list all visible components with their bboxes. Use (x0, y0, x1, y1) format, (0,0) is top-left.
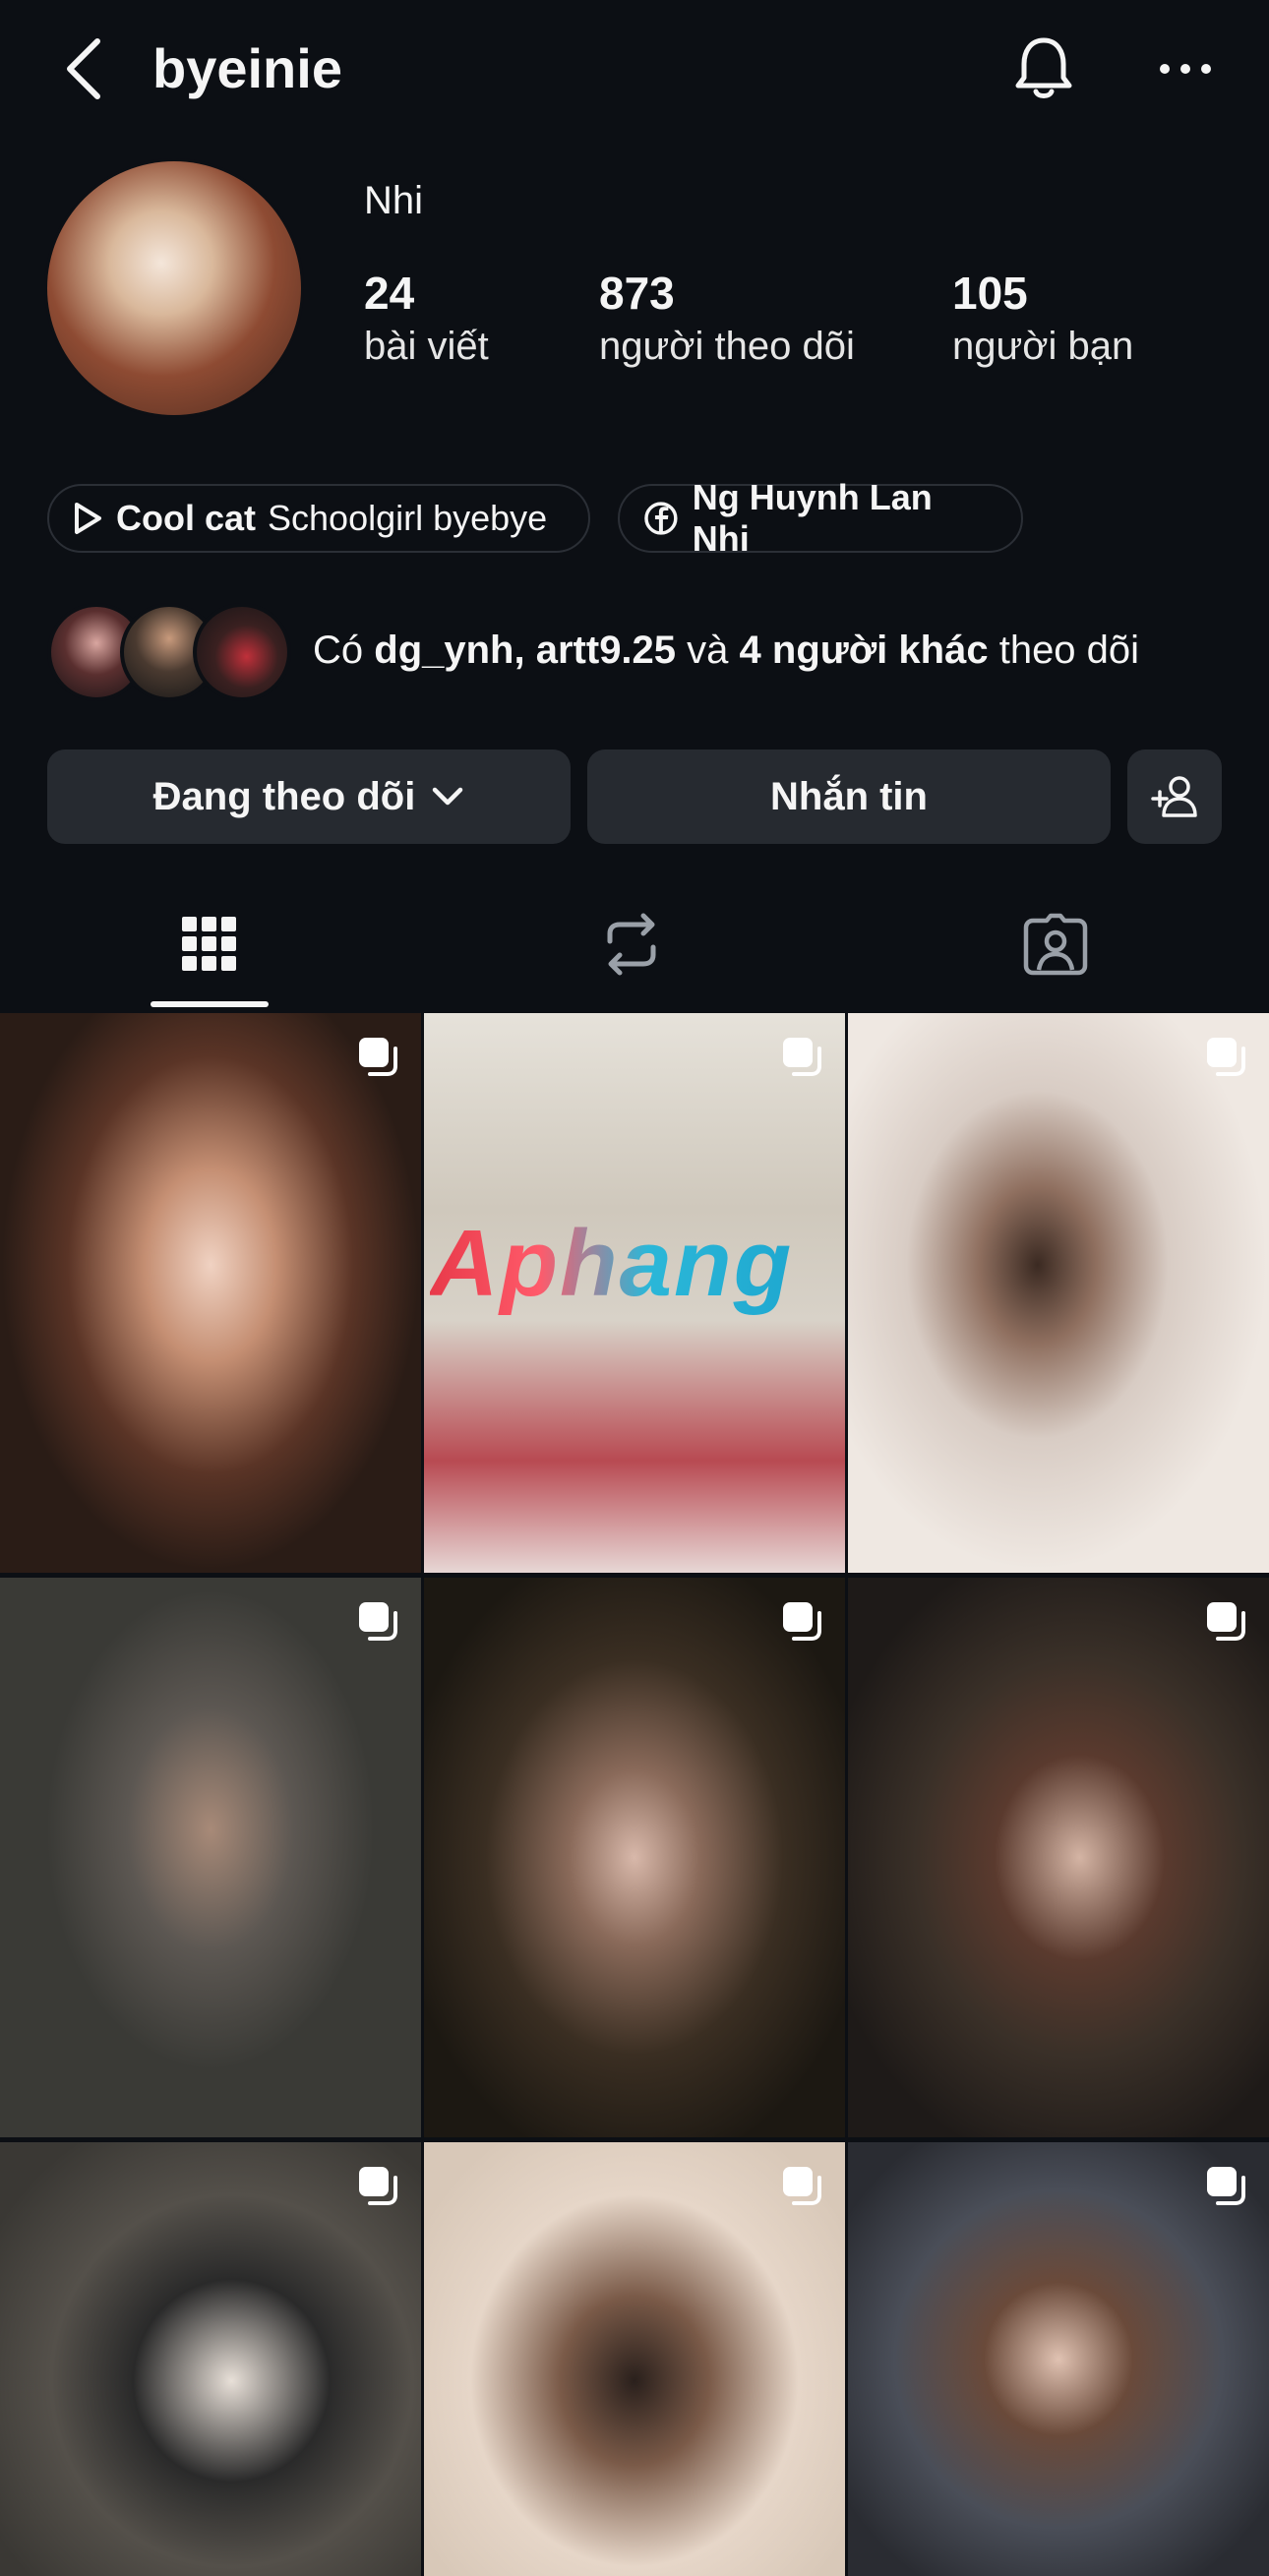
bell-icon (1015, 37, 1072, 98)
posts-grid: Aphang (0, 1013, 1269, 2576)
stat-followers-label: người theo dõi (599, 325, 855, 368)
followed-by-prefix: Có (313, 629, 364, 672)
music-chip-subtitle: Schoolgirl byebye (268, 498, 548, 538)
followed-by-and: và (687, 629, 729, 672)
post-thumbnail-6[interactable] (848, 1578, 1269, 2137)
mutual-followers-avatars[interactable] (47, 603, 291, 701)
followed-by-suffix: theo dõi (998, 629, 1140, 672)
post-thumbnail-2[interactable]: Aphang (424, 1013, 845, 1573)
post-photo (848, 2142, 1269, 2576)
post-thumbnail-1[interactable] (0, 1013, 421, 1573)
grid-icon (182, 917, 236, 971)
post-photo (0, 1578, 421, 2137)
post-thumbnail-8[interactable] (424, 2142, 845, 2576)
post-thumbnail-9[interactable] (848, 2142, 1269, 2576)
mutual-avatar-3 (193, 603, 291, 701)
post-photo (848, 1578, 1269, 2137)
chevron-down-icon (433, 787, 463, 806)
multiple-photos-icon (1207, 1038, 1245, 1076)
stat-friends-label: người bạn (952, 325, 1134, 368)
multiple-photos-icon (1207, 2167, 1245, 2205)
more-horizontal-icon (1160, 64, 1211, 74)
following-button[interactable]: Đang theo dõi (47, 749, 571, 844)
chevron-left-icon (67, 38, 100, 99)
followed-by-user-2[interactable]: artt9.25 (536, 629, 676, 672)
post-thumbnail-3[interactable] (848, 1013, 1269, 1573)
repost-icon (607, 913, 656, 976)
notifications-button[interactable] (1001, 28, 1086, 110)
profile-username: byeinie (152, 37, 342, 99)
tagged-person-icon (1023, 913, 1088, 976)
add-person-icon (1151, 776, 1197, 817)
play-icon (75, 503, 101, 534)
multiple-photos-icon (359, 2167, 397, 2205)
following-button-label: Đang theo dõi (152, 774, 416, 818)
stat-posts-value: 24 (364, 268, 415, 319)
suggest-people-button[interactable] (1127, 749, 1222, 844)
multiple-photos-icon (783, 1602, 821, 1641)
stat-followers-value: 873 (599, 268, 675, 319)
tab-tagged[interactable] (972, 880, 1139, 1008)
multiple-photos-icon (359, 1602, 397, 1641)
followed-by-user-1[interactable]: dg_ynh, (374, 629, 524, 672)
followed-by-others[interactable]: 4 người khác (740, 629, 989, 672)
followed-by-text[interactable]: Có dg_ynh, artt9.25 và 4 người khác theo… (313, 620, 1139, 681)
more-options-button[interactable] (1151, 28, 1220, 110)
active-tab-indicator (151, 1001, 269, 1007)
tab-reposts[interactable] (548, 880, 715, 1008)
tab-posts-grid[interactable] (126, 880, 293, 1008)
multiple-photos-icon (1207, 1602, 1245, 1641)
back-button[interactable] (59, 30, 108, 108)
profile-avatar[interactable] (47, 161, 301, 415)
multiple-photos-icon (783, 2167, 821, 2205)
music-chip-title: Cool cat (116, 498, 257, 538)
stat-posts[interactable]: 24 bài viết (364, 266, 489, 372)
stat-friends-value: 105 (952, 268, 1028, 319)
post-photo (0, 2142, 421, 2576)
post-thumbnail-5[interactable] (424, 1578, 845, 2137)
post-photo (0, 1013, 421, 1573)
display-name: Nhi (364, 179, 424, 222)
facebook-chip[interactable]: Ng Huynh Lan Nhi (618, 477, 1023, 559)
watermark-logo: Aphang (430, 1211, 794, 1316)
music-chip[interactable]: Cool cat Schoolgirl byebye (47, 484, 590, 553)
message-button[interactable]: Nhắn tin (587, 749, 1111, 844)
multiple-photos-icon (359, 1038, 397, 1076)
stat-friends[interactable]: 105 người bạn (952, 266, 1133, 372)
facebook-icon (644, 502, 678, 535)
multiple-photos-icon (783, 1038, 821, 1076)
stat-posts-label: bài viết (364, 325, 489, 368)
post-thumbnail-4[interactable] (0, 1578, 421, 2137)
message-button-label: Nhắn tin (770, 774, 928, 818)
post-photo (848, 1013, 1269, 1573)
facebook-chip-label: Ng Huynh Lan Nhi (692, 477, 933, 559)
stat-followers[interactable]: 873 người theo dõi (599, 266, 855, 372)
post-thumbnail-7[interactable] (0, 2142, 421, 2576)
post-photo (424, 2142, 845, 2576)
post-photo (424, 1578, 845, 2137)
